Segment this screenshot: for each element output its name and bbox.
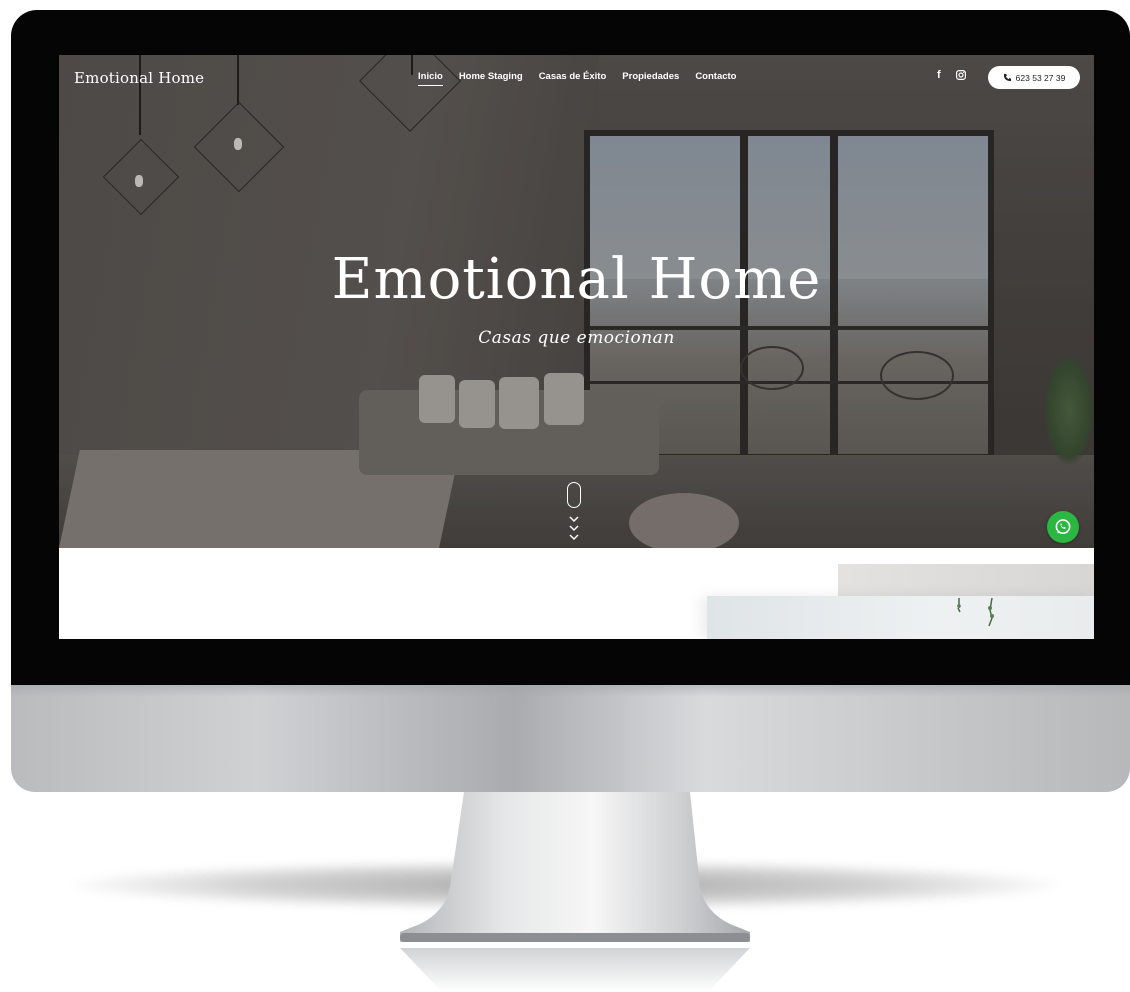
nav-item-casas-de-exito[interactable]: Casas de Éxito: [539, 71, 607, 82]
nav-item-contacto[interactable]: Contacto: [695, 71, 736, 82]
stand-reflection: [400, 948, 750, 992]
monitor-stand: [400, 792, 750, 942]
hero-section: Emotional Home Inicio Home Staging Casas…: [59, 55, 1094, 548]
phone-number: 623 53 27 39: [1015, 72, 1066, 83]
interior-photo-front: [707, 596, 1094, 639]
website-screen: Emotional Home Inicio Home Staging Casas…: [59, 55, 1094, 639]
nav-item-propiedades[interactable]: Propiedades: [622, 71, 679, 82]
main-navigation: Inicio Home Staging Casas de Éxito Propi…: [418, 71, 736, 86]
content-section-preview: [59, 548, 1094, 639]
chevron-down-icon[interactable]: [567, 515, 581, 545]
site-logo[interactable]: Emotional Home: [74, 69, 204, 87]
hanging-plant-image: [957, 598, 994, 627]
phone-button[interactable]: 623 53 27 39: [988, 66, 1080, 89]
monitor-chin: [11, 685, 1130, 792]
whatsapp-icon: [1055, 519, 1071, 535]
hero-title: Emotional Home: [331, 247, 822, 312]
whatsapp-button[interactable]: [1047, 511, 1079, 543]
nav-item-inicio[interactable]: Inicio: [418, 71, 443, 86]
instagram-icon[interactable]: [956, 70, 966, 80]
scroll-mouse-icon[interactable]: [567, 482, 581, 508]
phone-icon: [1003, 73, 1011, 82]
facebook-icon[interactable]: f: [937, 69, 941, 81]
nav-item-home-staging[interactable]: Home Staging: [459, 71, 523, 82]
hero-subtitle: Casas que emocionan: [478, 328, 675, 348]
